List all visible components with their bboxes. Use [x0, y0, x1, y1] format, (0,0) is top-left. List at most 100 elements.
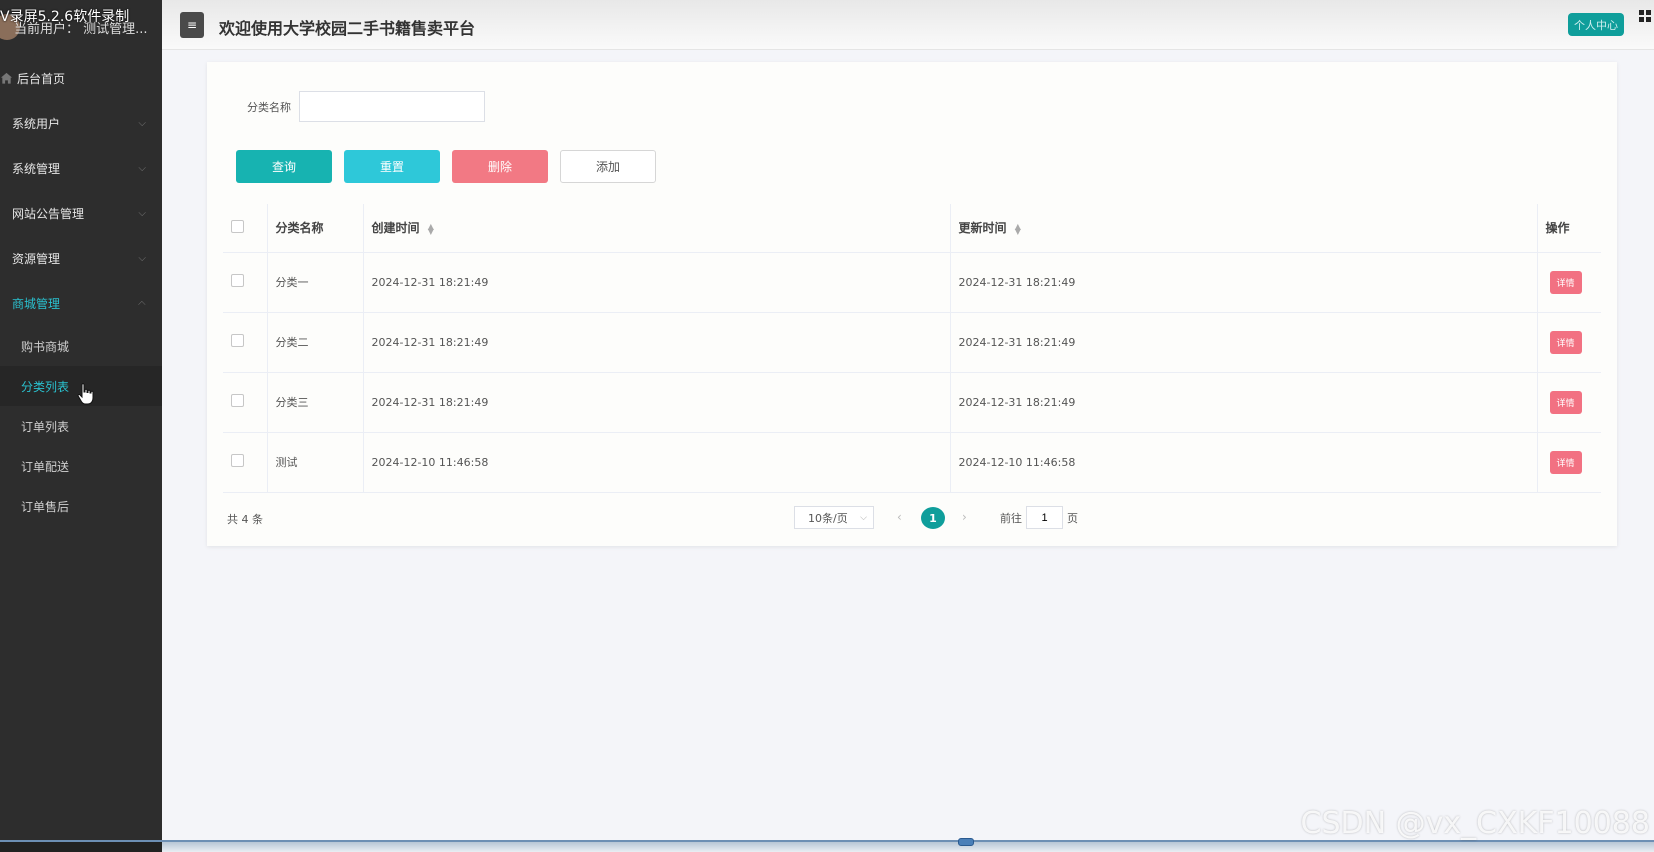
query-button[interactable]: 查询: [236, 150, 332, 183]
watermark: CSDN @vx_CXKF10088: [1300, 806, 1650, 841]
chevron-down-icon: ⌵: [138, 253, 146, 264]
cell-updated: 2024-12-31 18:21:49: [950, 372, 1538, 433]
recorder-overlay-text: V录屏5.2.6软件录制: [0, 9, 130, 25]
page-title: 欢迎使用大学校园二手书籍售卖平台: [219, 19, 476, 38]
cell-op: 详情: [1537, 252, 1601, 313]
sidebar-item-label: 系统管理: [12, 162, 61, 176]
sort-icon[interactable]: ▲ ▼: [428, 222, 434, 235]
row-checkbox[interactable]: [231, 274, 244, 287]
next-page-button[interactable]: ›: [962, 510, 967, 524]
top-header: ≡ 欢迎使用大学校园二手书籍售卖平台 个人中心: [162, 0, 1654, 50]
category-table: 分类名称 创建时间 ▲ ▼ 更新时间 ▲ ▼ 操作 分类一 2024-12-31 1…: [223, 204, 1601, 493]
hand-cursor-icon: [77, 383, 94, 405]
cell-name: 分类三: [267, 372, 364, 433]
delete-button[interactable]: 删除: [452, 150, 548, 183]
sidebar-item-system-users[interactable]: 系统用户 ⌵: [0, 101, 162, 146]
row-check-cell: [223, 372, 268, 433]
sort-icon[interactable]: ▲ ▼: [1015, 222, 1021, 235]
prev-page-button[interactable]: ‹: [897, 510, 902, 524]
scrollbar-thumb[interactable]: [958, 838, 974, 846]
home-icon: [0, 72, 13, 84]
header-updated-time[interactable]: 更新时间 ▲ ▼: [950, 204, 1538, 253]
category-name-input[interactable]: [299, 91, 485, 122]
sidebar-item-label: 商城管理: [12, 297, 61, 311]
sidebar-subitem-label: 订单配送: [21, 459, 70, 474]
sidebar-subitem-after-sales[interactable]: 订单售后: [0, 486, 162, 526]
bottom-strip-dark: [0, 842, 162, 852]
goto-prefix: 前往: [1000, 511, 1022, 525]
action-buttons: 查询 重置 删除 添加: [236, 150, 656, 183]
header-created-label: 创建时间: [371, 221, 420, 236]
row-checkbox[interactable]: [231, 394, 244, 407]
sidebar-item-announcements[interactable]: 网站公告管理 ⌵: [0, 191, 162, 236]
table-header-row: 分类名称 创建时间 ▲ ▼ 更新时间 ▲ ▼ 操作: [223, 204, 1601, 253]
menu-toggle-button[interactable]: ≡: [180, 12, 204, 38]
sidebar-subitem-order-list[interactable]: 订单列表: [0, 406, 162, 446]
search-row: 分类名称: [247, 91, 485, 122]
hamburger-icon: ≡: [186, 18, 198, 32]
select-all-cell: [223, 204, 268, 253]
sidebar: 当前用户： 测试管理... 后台首页 系统用户 ⌵ 系统管理 ⌵ 网站公告管理 …: [0, 0, 162, 852]
page-size-select[interactable]: 10条/页 ⌵: [794, 506, 874, 529]
sidebar-item-label: 资源管理: [12, 252, 61, 266]
table-row: 分类三 2024-12-31 18:21:49 2024-12-31 18:21…: [223, 372, 1601, 433]
sidebar-subitem-label: 订单列表: [21, 419, 70, 434]
row-checkbox[interactable]: [231, 334, 244, 347]
chevron-down-icon: ⌵: [860, 512, 867, 523]
cell-created: 2024-12-31 18:21:49: [363, 312, 951, 373]
cell-updated: 2024-12-31 18:21:49: [950, 312, 1538, 373]
add-button[interactable]: 添加: [560, 150, 656, 183]
detail-button[interactable]: 详情: [1549, 390, 1582, 414]
table-row: 分类一 2024-12-31 18:21:49 2024-12-31 18:21…: [223, 252, 1601, 313]
cell-name: 测试: [267, 432, 364, 493]
sidebar-item-shop[interactable]: 商城管理 ⌵: [0, 281, 162, 326]
chevron-down-icon: ⌵: [138, 118, 146, 129]
sidebar-subitem-book-shop[interactable]: 购书商城: [0, 326, 162, 366]
sidebar-item-label: 系统用户: [12, 117, 61, 131]
cell-created: 2024-12-10 11:46:58: [363, 432, 951, 493]
cell-op: 详情: [1537, 432, 1601, 493]
sidebar-subitem-label: 分类列表: [21, 379, 70, 394]
sidebar-subitem-order-delivery[interactable]: 订单配送: [0, 446, 162, 486]
table-row: 分类二 2024-12-31 18:21:49 2024-12-31 18:21…: [223, 312, 1601, 373]
cell-name: 分类二: [267, 312, 364, 373]
row-check-cell: [223, 312, 268, 373]
page-number-current[interactable]: 1: [921, 507, 945, 529]
sidebar-subitem-label: 购书商城: [21, 339, 70, 354]
sidebar-item-label: 网站公告管理: [12, 207, 85, 221]
chevron-down-icon: ⌵: [138, 208, 146, 219]
row-check-cell: [223, 432, 268, 493]
table-row: 测试 2024-12-10 11:46:58 2024-12-10 11:46:…: [223, 432, 1601, 493]
detail-button[interactable]: 详情: [1549, 330, 1582, 354]
cell-op: 详情: [1537, 312, 1601, 373]
cell-created: 2024-12-31 18:21:49: [363, 372, 951, 433]
row-checkbox[interactable]: [231, 454, 244, 467]
sidebar-subitem-label: 订单售后: [21, 499, 70, 514]
search-label: 分类名称: [247, 100, 291, 114]
header-category-name: 分类名称: [267, 204, 364, 253]
reset-button[interactable]: 重置: [344, 150, 440, 183]
bottom-scroll-strip: [0, 840, 1654, 852]
chevron-down-icon: ⌵: [138, 163, 146, 174]
detail-button[interactable]: 详情: [1549, 270, 1582, 294]
select-all-checkbox[interactable]: [231, 219, 244, 233]
cell-updated: 2024-12-10 11:46:58: [950, 432, 1538, 493]
header-operation: 操作: [1537, 204, 1601, 253]
page-size-value: 10条/页: [808, 511, 848, 525]
sidebar-item-system-management[interactable]: 系统管理 ⌵: [0, 146, 162, 191]
content-card: 分类名称 查询 重置 删除 添加 分类名称 创建时间 ▲ ▼ 更新时间 ▲ ▼ 操作: [207, 62, 1617, 546]
sidebar-item-home[interactable]: 后台首页: [0, 56, 162, 101]
total-count: 共 4 条: [227, 513, 263, 526]
cell-updated: 2024-12-31 18:21:49: [950, 252, 1538, 313]
row-check-cell: [223, 252, 268, 313]
grid-icon[interactable]: [1638, 9, 1652, 23]
goto-page-input[interactable]: [1026, 506, 1063, 529]
cell-op: 详情: [1537, 372, 1601, 433]
profile-center-button[interactable]: 个人中心: [1568, 13, 1624, 36]
detail-button[interactable]: 详情: [1549, 450, 1582, 474]
cell-created: 2024-12-31 18:21:49: [363, 252, 951, 313]
header-created-time[interactable]: 创建时间 ▲ ▼: [363, 204, 951, 253]
sidebar-item-resources[interactable]: 资源管理 ⌵: [0, 236, 162, 281]
sidebar-item-home-label: 后台首页: [17, 72, 66, 86]
chevron-up-icon: ⌵: [138, 298, 146, 309]
